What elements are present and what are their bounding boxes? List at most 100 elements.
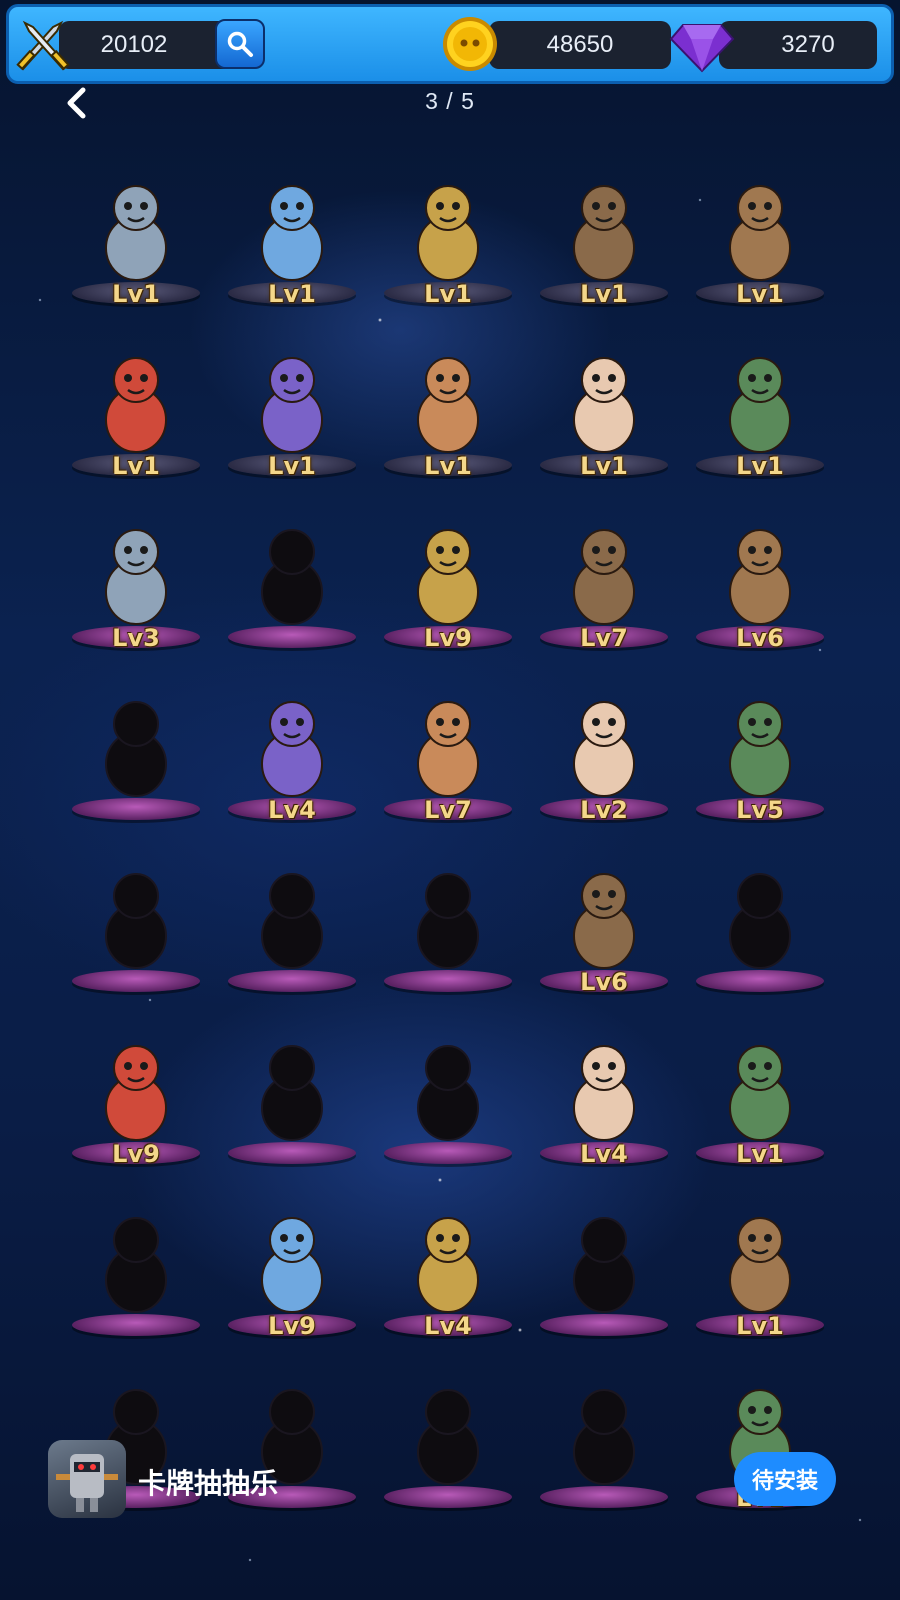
character-card-armored-rat[interactable]: Lv1 bbox=[682, 150, 838, 322]
frog-silhouette-icon bbox=[261, 873, 323, 969]
character-card-cat-octopus-silhouette[interactable] bbox=[214, 1010, 370, 1182]
running-shark-icon bbox=[261, 1217, 323, 1313]
character-card-coffee-cup-lady[interactable]: Lv6 bbox=[682, 494, 838, 666]
elephant-silhouette-icon bbox=[417, 1045, 479, 1141]
cat-octopus-silhouette-icon bbox=[261, 1045, 323, 1141]
character-card-purple-jellyfish[interactable]: Lv1 bbox=[682, 322, 838, 494]
character-card-cyber-pigeon[interactable]: Lv1 bbox=[682, 1182, 838, 1354]
coin-display: 48650 bbox=[489, 21, 671, 69]
character-card-blue-octopus[interactable]: Lv1 bbox=[214, 322, 370, 494]
penguin-bird-icon bbox=[573, 185, 635, 281]
cappuccino-ballerina-icon bbox=[573, 529, 635, 625]
chevron-left-icon bbox=[67, 87, 86, 119]
character-card-toaster-rhino[interactable]: Lv4 bbox=[526, 1010, 682, 1182]
character-card-onion-silhouette[interactable] bbox=[526, 1182, 682, 1354]
resource-bar: 20102 48650 3270 bbox=[6, 4, 894, 84]
level-label: Lv1 bbox=[736, 1312, 784, 1340]
cyber-pigeon-icon bbox=[729, 1217, 791, 1313]
level-label: Lv9 bbox=[424, 624, 472, 652]
character-collection-grid: Lv1 Lv1 Lv1 Lv1 Lv1 Lv1 Lv1 Lv1 Lv1 Lv1 Lv3 Lv9 Lv7 L… bbox=[58, 150, 838, 1526]
character-card-baby-shark-plush[interactable]: Lv1 bbox=[214, 150, 370, 322]
character-card-penguin-bird[interactable]: Lv1 bbox=[526, 150, 682, 322]
level-label: Lv5 bbox=[736, 796, 784, 824]
character-card-trenchcoat-pigeon[interactable]: Lv1 bbox=[682, 1010, 838, 1182]
level-label: Lv7 bbox=[424, 796, 472, 824]
level-label: Lv1 bbox=[268, 452, 316, 480]
fridge-camel-icon bbox=[573, 873, 635, 969]
banana-monkey-icon bbox=[417, 701, 479, 797]
chef-crab-icon bbox=[105, 701, 167, 797]
page-indicator: 3 / 5 bbox=[425, 88, 475, 114]
crossed-swords-icon bbox=[16, 20, 70, 71]
character-card-fridge-camel[interactable]: Lv6 bbox=[526, 838, 682, 1010]
level-label: Lv1 bbox=[268, 280, 316, 308]
character-card-cappuccino-ballerina[interactable]: Lv7 bbox=[526, 494, 682, 666]
back-button[interactable] bbox=[60, 86, 94, 120]
level-label: Lv1 bbox=[736, 1140, 784, 1168]
coconut-elephant-icon bbox=[573, 701, 635, 797]
level-label: Lv1 bbox=[736, 280, 784, 308]
level-label: Lv2 bbox=[580, 796, 628, 824]
level-label: Lv4 bbox=[268, 796, 316, 824]
coffee-cup-lady-icon bbox=[729, 529, 791, 625]
gem-display: 3270 bbox=[719, 21, 877, 69]
character-card-coconut-brute-silhouette[interactable] bbox=[58, 1182, 214, 1354]
install-button[interactable]: 待安装 bbox=[734, 1452, 836, 1506]
character-card-running-shark[interactable]: Lv9 bbox=[214, 1182, 370, 1354]
character-card-frog-silhouette[interactable] bbox=[214, 838, 370, 1010]
character-card-monkey-silhouette[interactable] bbox=[58, 838, 214, 1010]
monkey-silhouette-icon bbox=[105, 873, 167, 969]
character-card-banana-monkey[interactable]: Lv7 bbox=[370, 666, 526, 838]
ad-banner[interactable]: 卡牌抽抽乐 待安装 bbox=[0, 1430, 900, 1530]
cinnamon-stick-man-icon bbox=[105, 529, 167, 625]
character-card-skeleton-speaker[interactable] bbox=[682, 838, 838, 1010]
character-card-crocodile-bomber-plane[interactable]: Lv4 bbox=[214, 666, 370, 838]
character-card-hidden-creature[interactable] bbox=[214, 494, 370, 666]
search-button[interactable] bbox=[215, 19, 265, 69]
kiwi-raccoon-icon bbox=[417, 185, 479, 281]
matcha-cup-girl-icon bbox=[417, 1217, 479, 1313]
coconut-brute-silhouette-icon bbox=[105, 1217, 167, 1313]
bigfoot-silhouette-icon bbox=[417, 873, 479, 969]
character-card-cinnamon-stick-man[interactable]: Lv3 bbox=[58, 494, 214, 666]
character-card-matcha-cup-girl[interactable]: Lv4 bbox=[370, 1182, 526, 1354]
blue-octopus-icon bbox=[261, 357, 323, 453]
character-card-sneaker-shark[interactable]: Lv9 bbox=[58, 1010, 214, 1182]
character-card-kiwi-bandit[interactable]: Lv1 bbox=[370, 322, 526, 494]
ad-title: 卡牌抽抽乐 bbox=[138, 1468, 279, 1499]
character-card-coconut-elephant[interactable]: Lv2 bbox=[526, 666, 682, 838]
level-label: Lv1 bbox=[112, 280, 160, 308]
capybara-coconut-icon bbox=[417, 529, 479, 625]
character-card-ninja-coffee-cup[interactable]: Lv5 bbox=[682, 666, 838, 838]
brick-block-icon bbox=[573, 357, 635, 453]
coin-icon bbox=[443, 17, 497, 71]
sneaker-shark-icon bbox=[105, 1045, 167, 1141]
character-card-elephant-silhouette[interactable] bbox=[370, 1010, 526, 1182]
character-card-bigfoot-silhouette[interactable] bbox=[370, 838, 526, 1010]
character-card-kiwi-raccoon[interactable]: Lv1 bbox=[370, 150, 526, 322]
robot-game-icon[interactable] bbox=[48, 1440, 126, 1518]
level-label: Lv1 bbox=[424, 280, 472, 308]
level-label: Lv3 bbox=[112, 624, 160, 652]
skeleton-speaker-icon bbox=[729, 873, 791, 969]
ninja-coffee-cup-icon bbox=[729, 701, 791, 797]
character-card-apple-cat[interactable]: Lv1 bbox=[58, 322, 214, 494]
character-card-chef-crab[interactable] bbox=[58, 666, 214, 838]
level-label: Lv1 bbox=[580, 452, 628, 480]
level-label: Lv1 bbox=[424, 452, 472, 480]
character-card-capybara-coconut[interactable]: Lv9 bbox=[370, 494, 526, 666]
character-card-pink-bow-shark-plush[interactable]: Lv1 bbox=[58, 150, 214, 322]
level-label: Lv6 bbox=[736, 624, 784, 652]
level-label: Lv9 bbox=[112, 1140, 160, 1168]
character-card-brick-block[interactable]: Lv1 bbox=[526, 322, 682, 494]
trenchcoat-pigeon-icon bbox=[729, 1045, 791, 1141]
pink-bow-shark-plush-icon bbox=[105, 185, 167, 281]
crocodile-bomber-plane-icon bbox=[261, 701, 323, 797]
level-label: Lv7 bbox=[580, 624, 628, 652]
purple-jellyfish-icon bbox=[729, 357, 791, 453]
armored-rat-icon bbox=[729, 185, 791, 281]
level-label: Lv1 bbox=[580, 280, 628, 308]
level-label: Lv4 bbox=[424, 1312, 472, 1340]
kiwi-bandit-icon bbox=[417, 357, 479, 453]
level-label: Lv6 bbox=[580, 968, 628, 996]
